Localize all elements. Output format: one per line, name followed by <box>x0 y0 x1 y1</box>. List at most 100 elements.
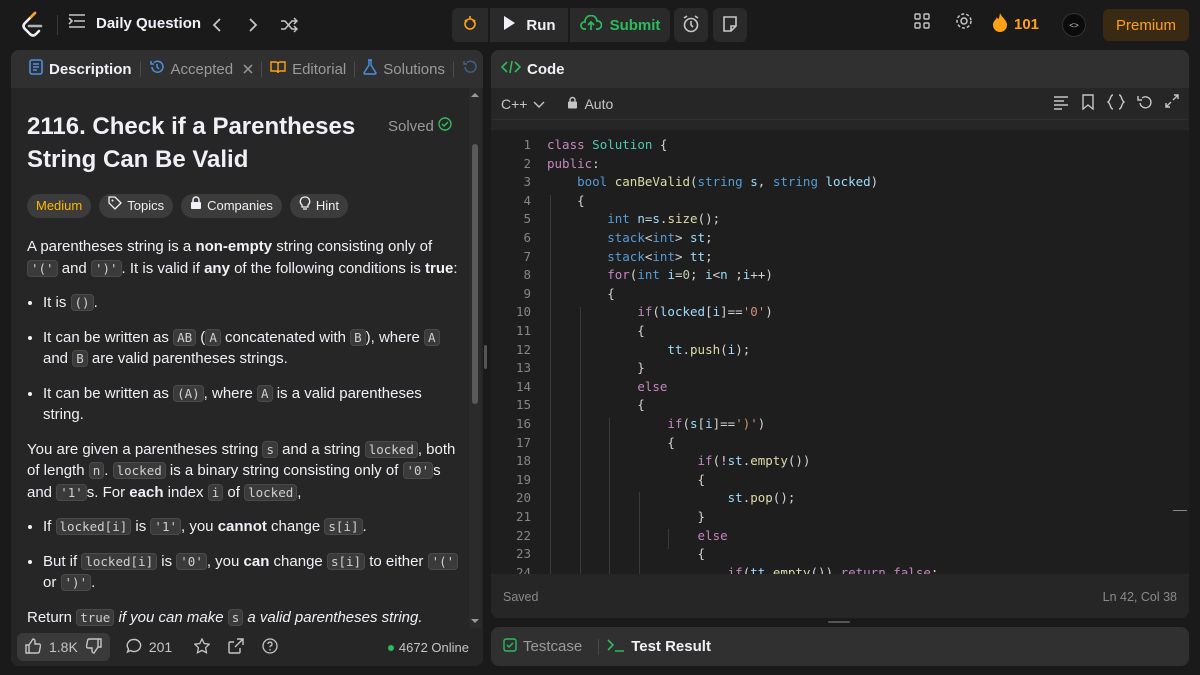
line-number: 8 <box>523 267 531 283</box>
code-panel-title: Code <box>527 60 565 78</box>
debug-button[interactable] <box>452 8 488 42</box>
share-icon[interactable] <box>228 637 244 657</box>
line-content: { <box>547 471 706 487</box>
star-icon[interactable] <box>193 637 211 657</box>
submit-label: Submit <box>609 16 661 34</box>
topbar-divider <box>57 15 58 35</box>
checkbox-icon <box>503 637 517 656</box>
hint-chip[interactable]: Hint <box>289 194 348 218</box>
line-content: { <box>547 546 706 562</box>
tab-editorial[interactable]: Editorial <box>262 50 354 88</box>
line-number: 6 <box>523 230 531 245</box>
format-icon[interactable] <box>1053 94 1069 113</box>
tab-description[interactable]: Description <box>21 50 140 88</box>
tab-test-result[interactable]: Test Result <box>607 638 711 656</box>
tab-testcase[interactable]: Testcase <box>503 637 583 656</box>
left-tab-bar: Description Accepted Editorial Solutions <box>11 50 483 88</box>
thumbs-up-icon[interactable] <box>25 637 42 657</box>
editor-resize-handle[interactable] <box>828 621 850 623</box>
bug-icon <box>461 14 479 36</box>
scroll-marker <box>1173 510 1187 511</box>
submissions-history-icon[interactable] <box>462 59 478 79</box>
line-number: 2 <box>523 155 531 171</box>
line-content: tt.push(i); <box>667 341 751 357</box>
list-item: But if locked[i] is '0', you can change … <box>43 551 461 594</box>
panel-resize-handle[interactable] <box>484 345 487 369</box>
submit-button[interactable]: Submit <box>570 8 670 42</box>
lightbulb-icon <box>299 195 311 217</box>
companies-chip[interactable]: Companies <box>181 194 282 218</box>
prev-problem-icon[interactable] <box>208 13 226 37</box>
line-number: 4 <box>523 192 531 208</box>
problem-list-icon <box>68 13 86 33</box>
premium-button[interactable]: Premium <box>1103 9 1189 41</box>
auto-mode-toggle[interactable]: Auto <box>567 96 613 112</box>
line-content: else <box>697 527 728 543</box>
scrollbar-thumb[interactable] <box>472 144 478 404</box>
book-icon <box>270 60 286 78</box>
line-content: bool canBeValid(string s, string locked) <box>577 174 879 190</box>
line-content: else <box>637 378 668 394</box>
topics-chip[interactable]: Topics <box>99 194 174 218</box>
editor-actions <box>1053 94 1179 113</box>
line-number: 7 <box>523 248 531 264</box>
curly-braces-icon[interactable] <box>1106 94 1126 113</box>
thumbs-down-icon[interactable] <box>85 637 102 657</box>
mode-label: Auto <box>584 95 614 112</box>
tab-accepted[interactable]: Accepted <box>141 50 262 88</box>
line-number: 18 <box>515 453 531 469</box>
streak-counter[interactable]: 101 <box>992 12 1039 36</box>
terminal-icon <box>607 638 625 656</box>
line-number: 14 <box>515 378 531 394</box>
saved-status: Saved <box>503 590 539 604</box>
daily-question-label: Daily Question <box>96 14 202 32</box>
line-content: st.pop(); <box>727 490 796 506</box>
line-content: if(s[i]==')') <box>667 416 766 431</box>
notes-button[interactable] <box>713 8 747 42</box>
line-content: { <box>547 434 675 450</box>
line-content: { <box>547 323 645 338</box>
avatar[interactable]: <> <box>1062 13 1086 37</box>
tab-solutions-label: Solutions <box>383 60 445 78</box>
line-content: int n=s.size(); <box>607 211 721 227</box>
fire-icon <box>992 12 1008 36</box>
code-editor[interactable]: 1 class Solution {2 public: 3 bool canBeVal… <box>491 130 1189 574</box>
close-icon[interactable] <box>243 61 253 78</box>
tab-testcase-label: Testcase <box>523 638 583 655</box>
line-number: 21 <box>515 509 531 524</box>
line-content: if(!st.empty()) <box>697 453 811 469</box>
line-number: 19 <box>515 471 531 487</box>
daily-question-link[interactable]: Daily Question <box>68 13 201 33</box>
line-number: 17 <box>515 434 531 450</box>
reset-icon[interactable] <box>1137 94 1153 113</box>
help-icon[interactable] <box>262 637 278 657</box>
problem-description: 2116. Check if a Parentheses String Can … <box>11 88 477 628</box>
run-button[interactable]: Run <box>490 8 568 42</box>
line-content: if(locked[i]=='0') <box>637 304 773 320</box>
description-scrollbar[interactable] <box>469 88 481 628</box>
comments-button[interactable]: 201 <box>126 638 172 657</box>
line-number: 1 <box>523 137 531 152</box>
companies-label: Companies <box>207 198 273 214</box>
description-panel: Description Accepted Editorial Solutions… <box>11 50 483 666</box>
code-brackets-icon <box>500 59 522 79</box>
bookmark-icon[interactable] <box>1081 94 1095 113</box>
description-paragraph: You are given a parentheses string s and… <box>27 440 456 501</box>
shuffle-icon[interactable] <box>280 13 298 37</box>
tab-solutions[interactable]: Solutions <box>355 50 453 88</box>
line-content: stack<int> tt; <box>607 248 713 264</box>
online-count: 4672 Online <box>387 640 469 655</box>
rules-list: If locked[i] is '1', you cannot change s… <box>43 516 461 594</box>
hint-label: Hint <box>315 198 339 214</box>
leetcode-logo-icon[interactable] <box>20 11 46 39</box>
next-problem-icon[interactable] <box>244 13 262 37</box>
line-number: 22 <box>515 527 531 543</box>
expand-icon[interactable] <box>1165 94 1179 113</box>
likes-count: 1.8K <box>49 639 78 655</box>
layout-grid-icon[interactable] <box>908 13 936 29</box>
line-content: stack<int> st; <box>607 230 713 245</box>
line-content: public: <box>547 155 600 171</box>
language-select[interactable]: C++ <box>501 96 545 112</box>
gear-icon[interactable] <box>950 12 978 30</box>
timer-button[interactable] <box>674 8 708 42</box>
